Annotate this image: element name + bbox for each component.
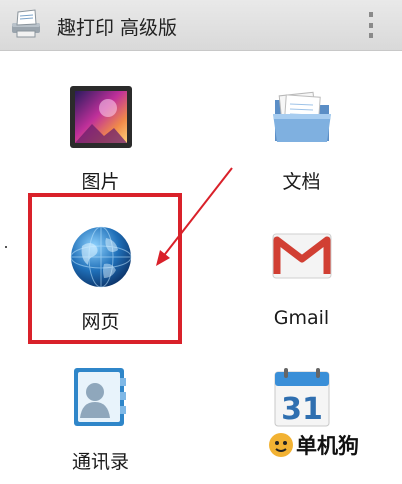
tile-calendar[interactable]: 31 <box>201 340 402 484</box>
tile-gmail[interactable]: Gmail <box>201 200 402 344</box>
calendar-date: 31 <box>281 392 323 427</box>
overflow-menu-icon[interactable] <box>364 12 378 38</box>
contacts-icon <box>73 368 126 426</box>
stray-dot <box>5 246 7 248</box>
gallery-icon <box>69 86 132 148</box>
tile-label: Gmail <box>273 307 330 329</box>
dog-logo-icon <box>269 433 293 457</box>
calendar-icon: 31 <box>274 368 329 427</box>
printer-icon[interactable] <box>8 9 44 39</box>
watermark: 单机狗 <box>268 430 359 460</box>
folder-icon <box>272 91 331 142</box>
tile-label: 文档 <box>282 171 321 193</box>
highlight-box <box>28 193 182 344</box>
app-title: 趣打印 高级版 <box>57 17 178 39</box>
watermark-text: 单机狗 <box>296 434 359 458</box>
tile-contacts[interactable]: 通讯录 <box>0 340 201 484</box>
gmail-icon <box>271 233 332 279</box>
tile-documents[interactable]: 文档 <box>201 60 402 204</box>
tile-pictures[interactable]: 图片 <box>0 60 201 204</box>
tile-label: 通讯录 <box>71 451 129 473</box>
tile-label: 图片 <box>81 171 120 193</box>
action-bar: 趣打印 高级版 <box>0 0 402 51</box>
